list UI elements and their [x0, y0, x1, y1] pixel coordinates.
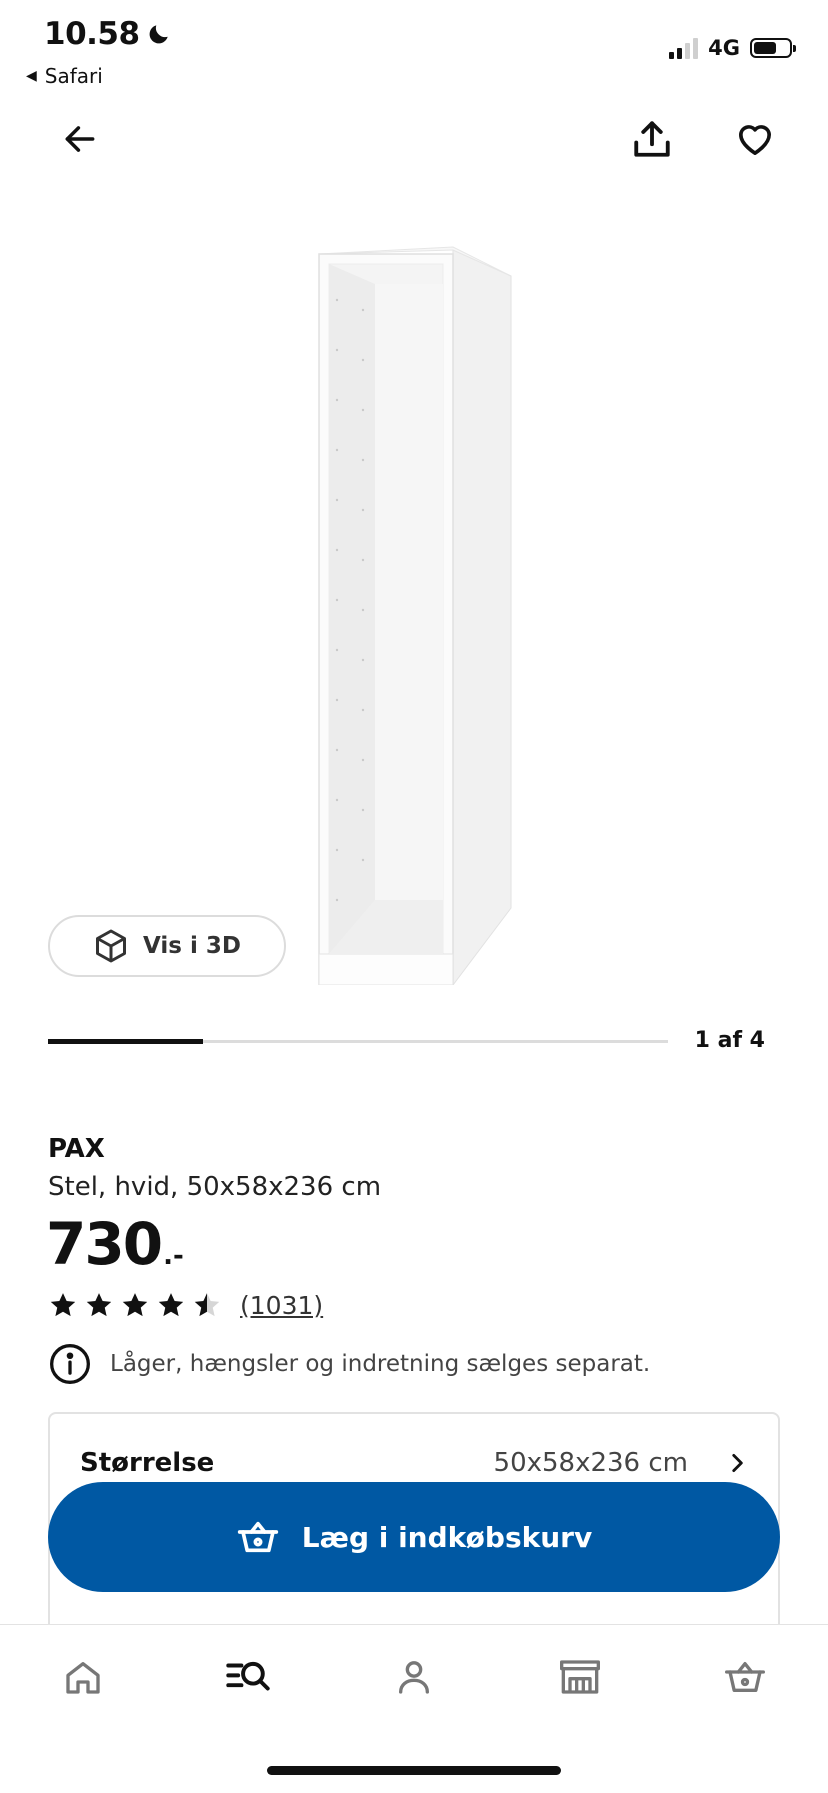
- info-icon: [50, 1344, 90, 1384]
- add-to-cart-label: Læg i indkøbskurv: [301, 1520, 593, 1554]
- review-count-link[interactable]: (1031): [240, 1291, 323, 1320]
- nav-search[interactable]: [213, 1649, 283, 1705]
- star-icon: [194, 1293, 220, 1317]
- nav-store[interactable]: [545, 1649, 615, 1705]
- star-icon: [86, 1293, 112, 1317]
- product-image[interactable]: [305, 240, 535, 987]
- status-time: 10.58: [44, 16, 172, 52]
- home-indicator[interactable]: [267, 1766, 561, 1775]
- favorite-button[interactable]: [727, 111, 783, 167]
- cube-icon: [96, 929, 127, 963]
- wardrobe-frame-image: [318, 246, 512, 987]
- heart-icon: [739, 125, 771, 156]
- nav-basket[interactable]: [710, 1649, 780, 1705]
- price-suffix: .-: [163, 1241, 184, 1271]
- moon-icon: [149, 25, 168, 44]
- nav-home[interactable]: [48, 1649, 118, 1705]
- notice-text: Låger, hængsler og indretning sælges sep…: [110, 1351, 651, 1377]
- product-name: PAX: [48, 1134, 105, 1164]
- star-icon: [50, 1293, 76, 1317]
- profile-icon: [398, 1661, 429, 1694]
- battery-icon: [750, 38, 796, 58]
- view-in-3d-label: Vis i 3D: [143, 933, 241, 959]
- share-icon: [634, 121, 670, 157]
- product-description: Stel, hvid, 50x58x236 cm: [48, 1172, 382, 1202]
- back-to-safari[interactable]: ◀ Safari: [26, 64, 103, 88]
- add-to-cart-button[interactable]: Læg i indkøbskurv: [48, 1482, 780, 1592]
- status-indicators: 4G: [669, 36, 796, 60]
- status-time-text: 10.58: [44, 16, 140, 52]
- carousel-progress-fill: [48, 1039, 203, 1044]
- rating-stars: [48, 1290, 222, 1320]
- star-icon: [158, 1293, 184, 1317]
- basket-icon: [725, 1662, 766, 1692]
- rating[interactable]: (1031): [48, 1290, 323, 1320]
- back-triangle-icon: ◀: [26, 68, 37, 84]
- home-icon: [66, 1662, 100, 1694]
- cellular-signal-icon: [669, 37, 699, 59]
- bottom-navigation: [0, 1624, 828, 1793]
- nav-profile[interactable]: [379, 1649, 449, 1705]
- store-icon: [559, 1660, 600, 1694]
- product-price: 730 .-: [46, 1210, 184, 1278]
- chevron-right-icon: [732, 1454, 743, 1472]
- separate-sale-notice: Låger, hængsler og indretning sælges sep…: [48, 1342, 650, 1386]
- back-app-label: Safari: [44, 64, 103, 88]
- arrow-left-icon: [65, 126, 95, 152]
- basket-icon: [237, 1521, 278, 1553]
- size-option-row[interactable]: Størrelse 50x58x236 cm: [80, 1448, 750, 1478]
- carousel-page-indicator: 1 af 4: [694, 1028, 765, 1053]
- price-value: 730: [46, 1210, 163, 1278]
- carousel-progress-track[interactable]: [48, 1039, 668, 1044]
- view-in-3d-button[interactable]: Vis i 3D: [48, 915, 286, 977]
- back-button[interactable]: [52, 111, 108, 167]
- star-icon: [122, 1293, 148, 1317]
- share-button[interactable]: [624, 111, 680, 167]
- network-label: 4G: [708, 36, 740, 60]
- size-value: 50x58x236 cm: [493, 1448, 688, 1478]
- size-label: Størrelse: [80, 1448, 215, 1478]
- search-icon: [226, 1661, 271, 1691]
